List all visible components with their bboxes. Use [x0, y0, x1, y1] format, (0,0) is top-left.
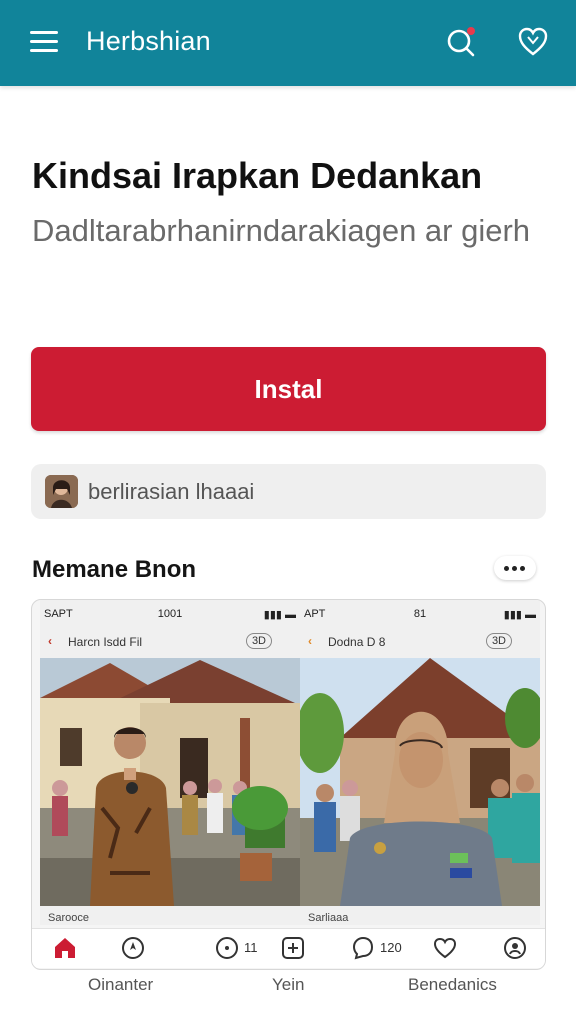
comment-icon[interactable]	[214, 935, 240, 961]
app-title: Herbshian	[86, 26, 211, 56]
screenshot-1[interactable]: SAPT 1001 ▮▮▮ ▬ ‹ Harcn Isdd Fil 3D Saro…	[40, 600, 300, 925]
page-title: Kindsai Irapkan Dedankan	[32, 155, 483, 196]
source-chip[interactable]: berlirasian lhaaai	[31, 464, 546, 519]
status-bar: APT 81 ▮▮▮ ▬	[304, 608, 536, 624]
back-arrow-icon: ‹	[308, 634, 312, 648]
compass-icon[interactable]	[120, 935, 146, 961]
bottom-label-1[interactable]: Oinanter	[88, 975, 153, 995]
message-icon[interactable]	[350, 935, 376, 961]
inner-badge: 3D	[245, 633, 272, 649]
dot-icon	[512, 566, 517, 571]
signal-battery-icon: ▮▮▮ ▬	[503, 609, 536, 621]
heart-icon[interactable]	[516, 25, 550, 59]
screenshot-caption: Sarooce	[48, 912, 89, 924]
gallery-tab-bar: 11 120	[32, 928, 545, 968]
profile-icon[interactable]	[502, 935, 528, 961]
chat-search-icon[interactable]	[444, 25, 478, 59]
app-bar: Herbshian	[0, 0, 576, 86]
screenshot-gallery[interactable]: SAPT 1001 ▮▮▮ ▬ ‹ Harcn Isdd Fil 3D Saro…	[31, 599, 546, 970]
add-icon[interactable]	[280, 935, 306, 961]
photo-woman-hijab	[300, 658, 540, 906]
inner-header: ‹ Dodna D 8 3D	[300, 630, 540, 658]
section-title: Memane Bnon	[32, 556, 197, 583]
back-arrow-icon: ‹	[48, 634, 52, 648]
inner-header-text: Harcn Isdd Fil	[68, 635, 143, 649]
install-button[interactable]: Instal	[31, 347, 546, 431]
dot-icon	[504, 566, 509, 571]
bottom-label-2[interactable]: Yein	[272, 975, 304, 995]
avatar	[45, 475, 78, 508]
message-count: 120	[380, 940, 402, 955]
bottom-label-3[interactable]: Benedanics	[408, 975, 497, 995]
heart-outline-icon[interactable]	[432, 935, 458, 961]
inner-badge: 3D	[485, 633, 512, 649]
clock-label: 1001	[157, 608, 183, 620]
dot-icon	[520, 566, 525, 571]
menu-icon[interactable]	[30, 31, 58, 53]
photo-man-batik	[40, 658, 300, 906]
page-subtitle: Dadltarabrhanirndarakiagen ar gierh	[32, 213, 531, 248]
screenshot-caption: Sarliaaa	[308, 912, 349, 924]
source-label: berlirasian lhaaai	[88, 479, 255, 504]
inner-header: ‹ Harcn Isdd Fil 3D	[40, 630, 300, 658]
clock-label: 81	[413, 608, 427, 620]
home-icon[interactable]	[52, 935, 78, 961]
inner-header-text: Dodna D 8	[328, 635, 386, 649]
signal-battery-icon: ▮▮▮ ▬	[263, 609, 296, 621]
status-bar: SAPT 1001 ▮▮▮ ▬	[44, 608, 296, 624]
more-options-button[interactable]	[494, 556, 536, 580]
screenshot-2[interactable]: APT 81 ▮▮▮ ▬ ‹ Dodna D 8 3D Sarliaaa	[300, 600, 540, 925]
comment-count: 11	[244, 940, 258, 955]
